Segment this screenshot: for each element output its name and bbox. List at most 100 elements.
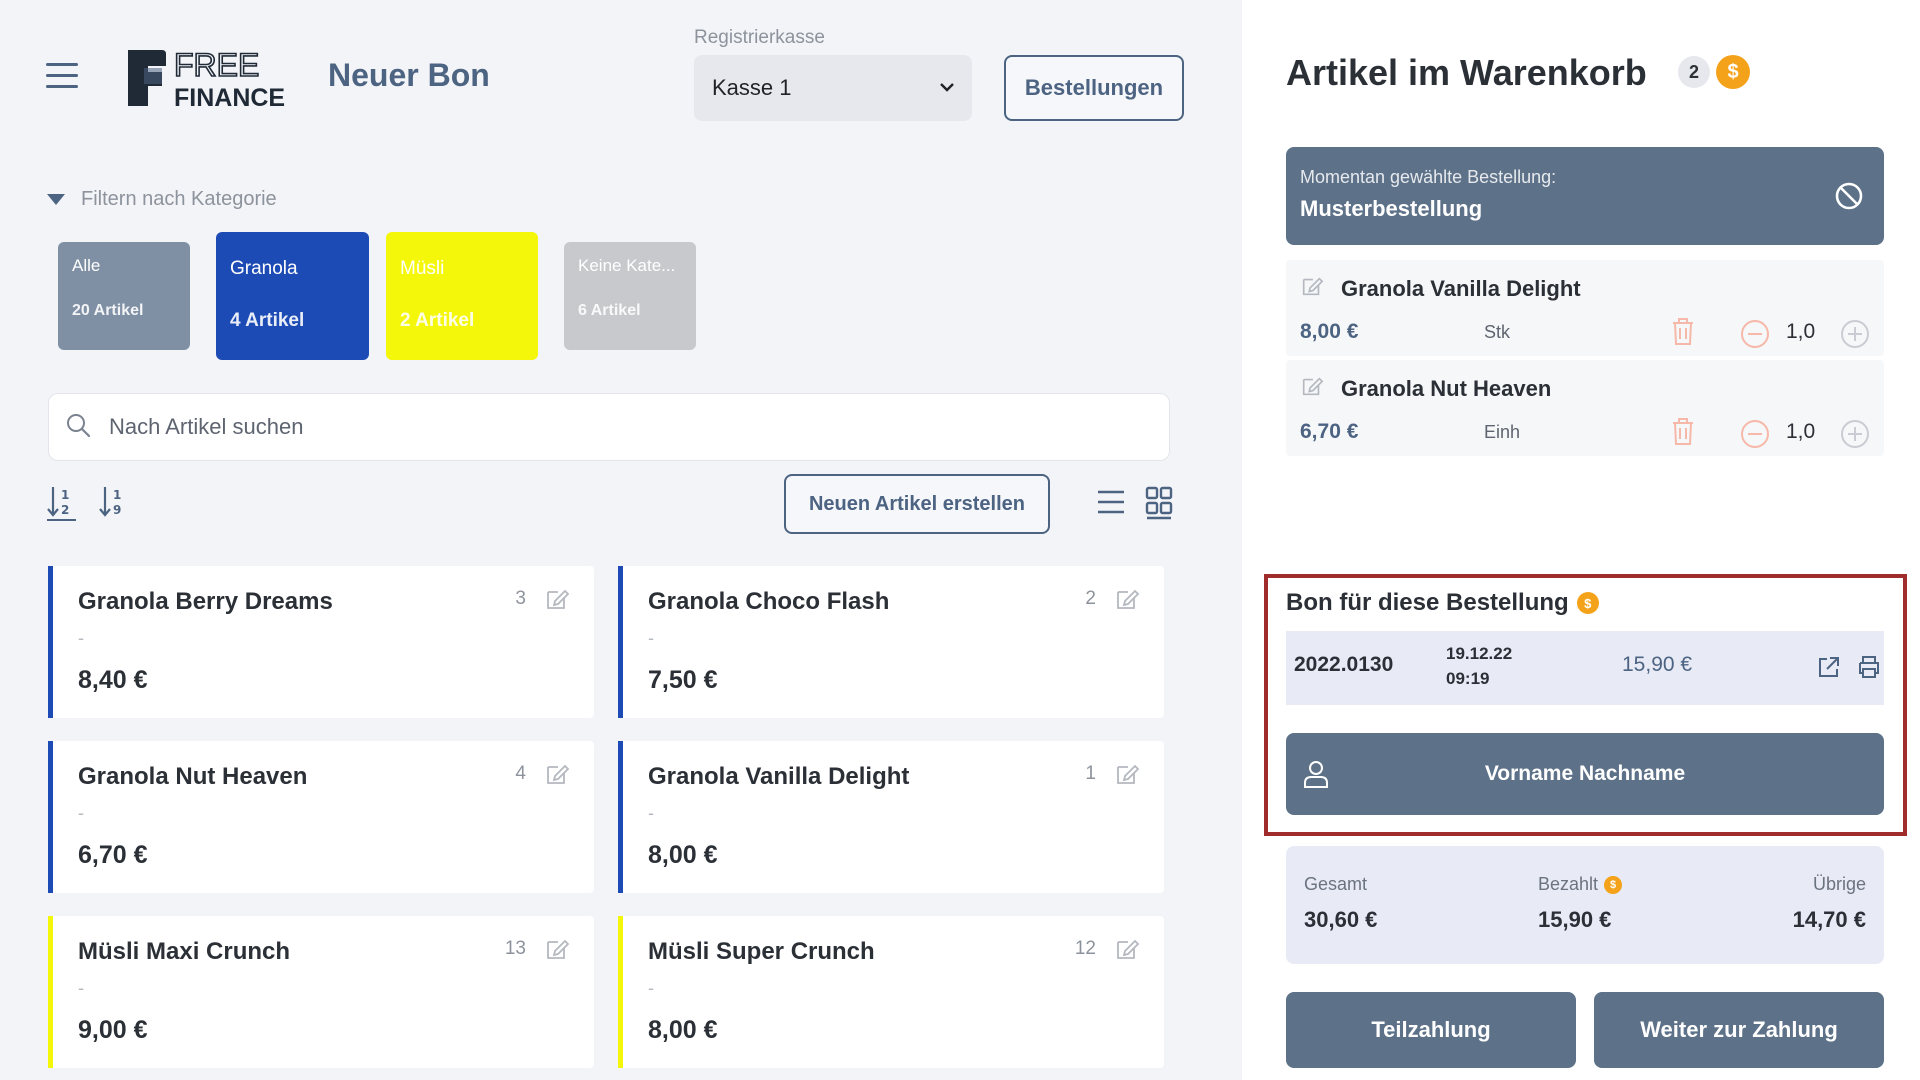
receipt-number: 2022.0130 — [1294, 653, 1394, 676]
product-description: - — [648, 978, 654, 998]
edit-icon[interactable] — [1114, 586, 1140, 612]
register-label: Registrierkasse — [694, 27, 825, 48]
edit-icon[interactable] — [1300, 274, 1324, 298]
sort-alpha-icon[interactable]: 1 2 — [46, 484, 78, 522]
category-color-bar — [618, 741, 623, 893]
orders-button[interactable]: Bestellungen — [1004, 55, 1184, 121]
product-price: 6,70 € — [78, 841, 148, 869]
product-description: - — [648, 803, 654, 823]
cart-item-unit: Stk — [1484, 322, 1511, 342]
category-count: 4 Artikel — [230, 310, 305, 331]
register-select[interactable]: Kasse 1 — [694, 55, 972, 121]
chevron-down-icon — [940, 79, 954, 97]
svg-text:1: 1 — [61, 488, 69, 502]
svg-text:FINANCE: FINANCE — [174, 84, 285, 110]
paid-column: Bezahlt $ 15,90 € — [1538, 874, 1623, 933]
product-price: 8,40 € — [78, 666, 148, 694]
product-card[interactable]: Granola Berry Dreams 3 - 8,40 € — [48, 566, 594, 718]
create-item-button[interactable]: Neuen Artikel erstellen — [784, 474, 1050, 534]
cart-item-price: 8,00 € — [1300, 320, 1359, 343]
selected-order-value: Musterbestellung — [1300, 196, 1483, 221]
product-name: Granola Berry Dreams — [78, 588, 333, 615]
cart-item: Granola Vanilla Delight 8,00 € Stk 1,0 — [1286, 260, 1884, 356]
edit-icon[interactable] — [544, 761, 570, 787]
category-color-bar — [618, 566, 623, 718]
product-description: - — [78, 628, 84, 648]
customer-button[interactable]: Vorname Nachname — [1286, 733, 1884, 815]
cart-item-name: Granola Nut Heaven — [1341, 376, 1552, 401]
product-description: - — [648, 628, 654, 648]
partial-payment-button[interactable]: Teilzahlung — [1286, 992, 1576, 1068]
category-uncategorized[interactable]: Keine Kate... 6 Artikel — [564, 242, 696, 350]
trash-icon[interactable] — [1670, 416, 1696, 446]
product-price: 8,00 € — [648, 1016, 718, 1044]
category-name: Granola — [230, 258, 298, 279]
caret-down-icon — [47, 194, 65, 205]
filter-label: Filtern nach Kategorie — [81, 188, 277, 210]
coin-icon: $ — [1576, 592, 1599, 614]
search-input[interactable] — [109, 414, 1009, 440]
selected-order-label: Momentan gewählte Bestellung: — [1300, 167, 1557, 187]
remaining-label: Übrige — [1812, 874, 1866, 894]
decrease-quantity-button[interactable] — [1740, 419, 1770, 449]
print-icon[interactable] — [1856, 654, 1882, 680]
total-column: Gesamt 30,60 € — [1304, 874, 1377, 933]
receipt-date: 19.12.22 — [1446, 644, 1513, 663]
search-icon — [65, 412, 91, 443]
product-stock: 4 — [515, 763, 526, 784]
sort-numeric-icon[interactable]: 1 9 — [98, 484, 130, 522]
product-card[interactable]: Granola Choco Flash 2 - 7,50 € — [618, 566, 1164, 718]
receipt-time: 09:19 — [1446, 668, 1490, 688]
category-color-bar — [48, 741, 53, 893]
cart-title: Artikel im Warenkorb — [1286, 52, 1647, 93]
edit-icon[interactable] — [1114, 936, 1140, 962]
increase-quantity-button[interactable] — [1840, 419, 1870, 449]
category-granola[interactable]: Granola 4 Artikel — [216, 232, 369, 360]
remaining-column: Übrige 14,70 € — [1793, 874, 1866, 933]
deselect-order-icon[interactable] — [1834, 181, 1864, 211]
receipt-amount: 15,90 € — [1622, 653, 1693, 676]
total-value: 30,60 € — [1304, 907, 1378, 932]
edit-icon[interactable] — [1300, 374, 1324, 398]
user-icon — [1304, 761, 1328, 788]
cart-item-price: 6,70 € — [1300, 420, 1359, 443]
product-price: 8,00 € — [648, 841, 718, 869]
category-musli[interactable]: Müsli 2 Artikel — [386, 232, 538, 360]
product-name: Granola Nut Heaven — [78, 763, 308, 790]
increase-quantity-button[interactable] — [1840, 319, 1870, 349]
external-link-icon[interactable] — [1816, 654, 1842, 680]
product-card[interactable]: Müsli Maxi Crunch 13 - 9,00 € — [48, 916, 594, 1068]
product-card[interactable]: Granola Vanilla Delight 1 - 8,00 € — [618, 741, 1164, 893]
category-filter-toggle[interactable]: Filtern nach Kategorie — [47, 188, 277, 211]
product-name: Granola Choco Flash — [648, 588, 890, 615]
product-card[interactable]: Granola Nut Heaven 4 - 6,70 € — [48, 741, 594, 893]
page-title: Neuer Bon — [328, 57, 490, 93]
coin-icon: $ — [1604, 875, 1623, 894]
cart-item-quantity[interactable]: 1,0 — [1786, 420, 1815, 444]
category-all[interactable]: Alle 20 Artikel — [58, 242, 190, 350]
category-count: 6 Artikel — [578, 302, 641, 319]
menu-icon[interactable] — [46, 63, 78, 89]
selected-order-box: Momentan gewählte Bestellung: Musterbest… — [1286, 147, 1884, 245]
product-stock: 12 — [1074, 938, 1096, 959]
edit-icon[interactable] — [1114, 761, 1140, 787]
grid-view-icon[interactable] — [1144, 484, 1174, 520]
cart-item-quantity[interactable]: 1,0 — [1786, 320, 1815, 344]
free-finance-logo: FREE FINANCE — [122, 46, 300, 112]
edit-icon[interactable] — [544, 936, 570, 962]
search-bar[interactable] — [48, 393, 1170, 461]
list-view-icon[interactable] — [1096, 484, 1126, 520]
trash-icon[interactable] — [1670, 316, 1696, 346]
category-name: Müsli — [400, 258, 445, 279]
decrease-quantity-button[interactable] — [1740, 319, 1770, 349]
continue-to-payment-button[interactable]: Weiter zur Zahlung — [1594, 992, 1884, 1068]
cart-item-unit: Einh — [1484, 422, 1521, 442]
product-pane: FREE FINANCE Neuer Bon Registrierkasse K… — [0, 0, 1242, 1080]
product-description: - — [78, 803, 84, 823]
category-color-bar — [48, 566, 53, 718]
edit-icon[interactable] — [544, 586, 570, 612]
product-card[interactable]: Müsli Super Crunch 12 - 8,00 € — [618, 916, 1164, 1068]
product-stock: 13 — [504, 938, 526, 959]
category-count: 2 Artikel — [400, 310, 475, 331]
receipt-row[interactable]: 2022.0130 19.12.22 09:19 15,90 € — [1286, 631, 1884, 705]
